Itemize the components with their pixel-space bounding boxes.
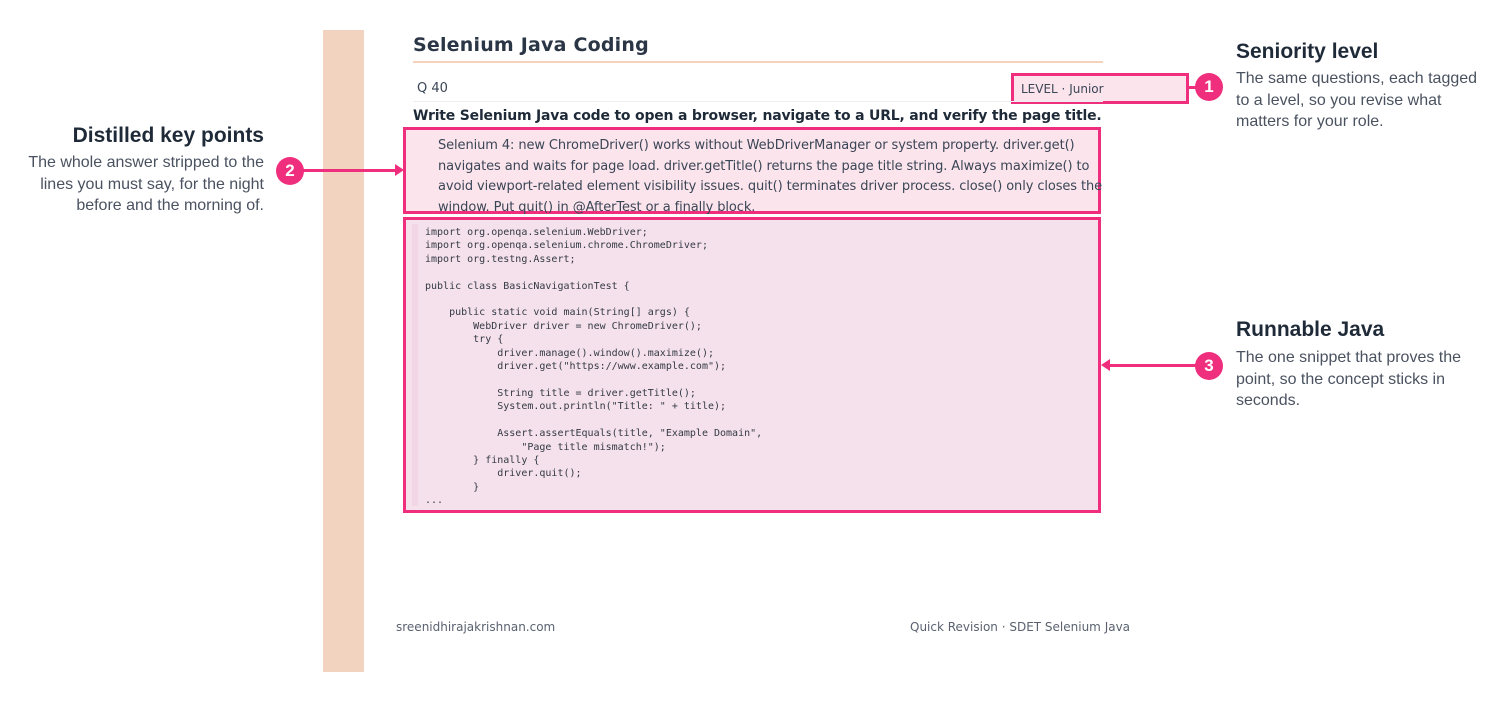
code-highlight-box: import org.openqa.selenium.WebDriver; im… [403,217,1101,513]
callout-2-body: The whole answer stripped to the lines y… [28,154,264,214]
callout-2-title: Distilled key points [72,124,264,147]
level-label: LEVEL · Junior [1021,82,1104,96]
document-title: Selenium Java Coding [413,34,649,56]
callout-1-body: The same questions, each tagged to a lev… [1236,70,1478,130]
callout-2-badge: 2 [276,157,304,185]
answer-highlight-box: Selenium 4: new ChromeDriver() works wit… [403,127,1102,215]
answer-text: Selenium 4: new ChromeDriver() works wit… [438,138,1103,215]
question-text: Write Selenium Java code to open a brows… [413,108,1102,124]
callout-3-title: Runnable Java [1236,318,1385,341]
code-snippet: import org.openqa.selenium.WebDriver; im… [425,227,763,507]
level-highlight-box: LEVEL · Junior [1011,73,1189,104]
code-gutter [412,224,418,506]
question-row-divider [413,101,1103,102]
question-number: Q 40 [417,81,448,96]
footer-website: sreenidhirajakrishnan.com [396,620,556,634]
callout-3-body: The one snippet that proves the point, s… [1236,349,1462,409]
page-side-bar [323,30,364,672]
callout-2-connector [303,169,395,172]
callout-2-arrowhead [395,164,404,176]
callout-3-badge: 3 [1195,352,1223,380]
callout-1-badge: 1 [1195,73,1223,101]
title-divider [413,61,1103,63]
callout-1-title: Seniority level [1236,40,1379,63]
footer-series: Quick Revision · SDET Selenium Java [910,620,1131,634]
callout-3-connector [1109,364,1197,367]
